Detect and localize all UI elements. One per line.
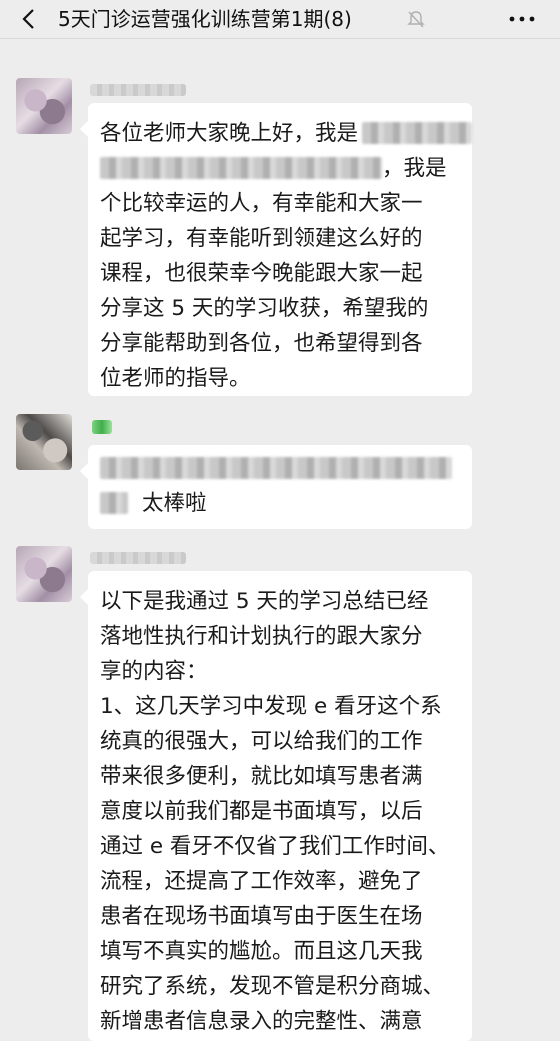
message-text-line: 带来很多便利，就比如填写患者满 [100, 764, 423, 789]
message-text-line: 分享这 5 天的学习收获，希望我的 [100, 296, 429, 321]
mute-bell-icon [407, 11, 425, 28]
message-text-line: 起学习，有幸能听到领建这么好的 [100, 226, 423, 251]
more-options-icon[interactable] [508, 15, 536, 23]
message-text-line: 通过 e 看牙不仅省了我们工作时间、 [100, 834, 450, 859]
redacted-text [362, 122, 473, 144]
avatar[interactable] [16, 78, 72, 134]
message-text: 太棒啦 [142, 491, 207, 516]
chat-header: 5天门诊运营强化训练营第1期(8) [0, 0, 560, 39]
message-text-line: 1、这几天学习中发现 e 看牙这个系 [100, 694, 442, 719]
message-bubble[interactable]: 太棒啦 [80, 445, 472, 529]
message-text-line: 填写不真实的尴尬。而且这几天我 [100, 939, 423, 964]
avatar[interactable] [16, 546, 72, 602]
message-text-line: 落地性执行和计划执行的跟大家分 [100, 624, 423, 649]
sender-name-blurred [92, 420, 112, 434]
back-arrow-icon[interactable] [18, 8, 40, 30]
message-text-line: 个比较幸运的人，有幸能和大家一 [100, 191, 423, 216]
message-bubble[interactable]: 以下是我通过 5 天的学习总结已经 落地性执行和计划执行的跟大家分 享的内容： … [80, 571, 472, 1041]
message-text-line: 新增患者信息录入的完整性、满意 [100, 1009, 423, 1034]
message-bubble[interactable]: 各位老师大家晚上好，我是 ，我是 个比较幸运的人，有幸能和大家一 起学习，有幸能… [80, 103, 473, 396]
message-text-line: 研究了系统，发现不管是积分商城、 [100, 974, 445, 999]
chat-title: 5天门诊运营强化训练营第1期(8) [58, 7, 352, 31]
message-text-line: 分享能帮助到各位，也希望得到各 [100, 331, 423, 356]
redacted-text [100, 157, 382, 179]
message-text-line: 患者在现场书面填写由于医生在场 [100, 904, 423, 929]
sender-name-blurred [90, 84, 186, 96]
avatar[interactable] [16, 414, 72, 470]
message-text-line: 意度以前我们都是书面填写，以后 [100, 799, 423, 824]
message-text-line: 课程，也很荣幸今晚能跟大家一起 [100, 261, 423, 286]
redacted-quote [100, 457, 452, 479]
message-text-line: 享的内容： [100, 659, 208, 684]
message-text-line: 位老师的指导。 [100, 366, 251, 391]
message-text-line: 流程，还提高了工作效率，避免了 [100, 869, 423, 894]
message-text-line: ，我是 [382, 156, 447, 181]
sender-name-blurred [90, 552, 186, 564]
message-text-line: 以下是我通过 5 天的学习总结已经 [100, 589, 429, 614]
message-text-line: 统真的很强大，可以给我们的工作 [100, 729, 423, 754]
redacted-text [100, 492, 128, 514]
message-text-line: 各位老师大家晚上好，我是 [100, 121, 359, 146]
